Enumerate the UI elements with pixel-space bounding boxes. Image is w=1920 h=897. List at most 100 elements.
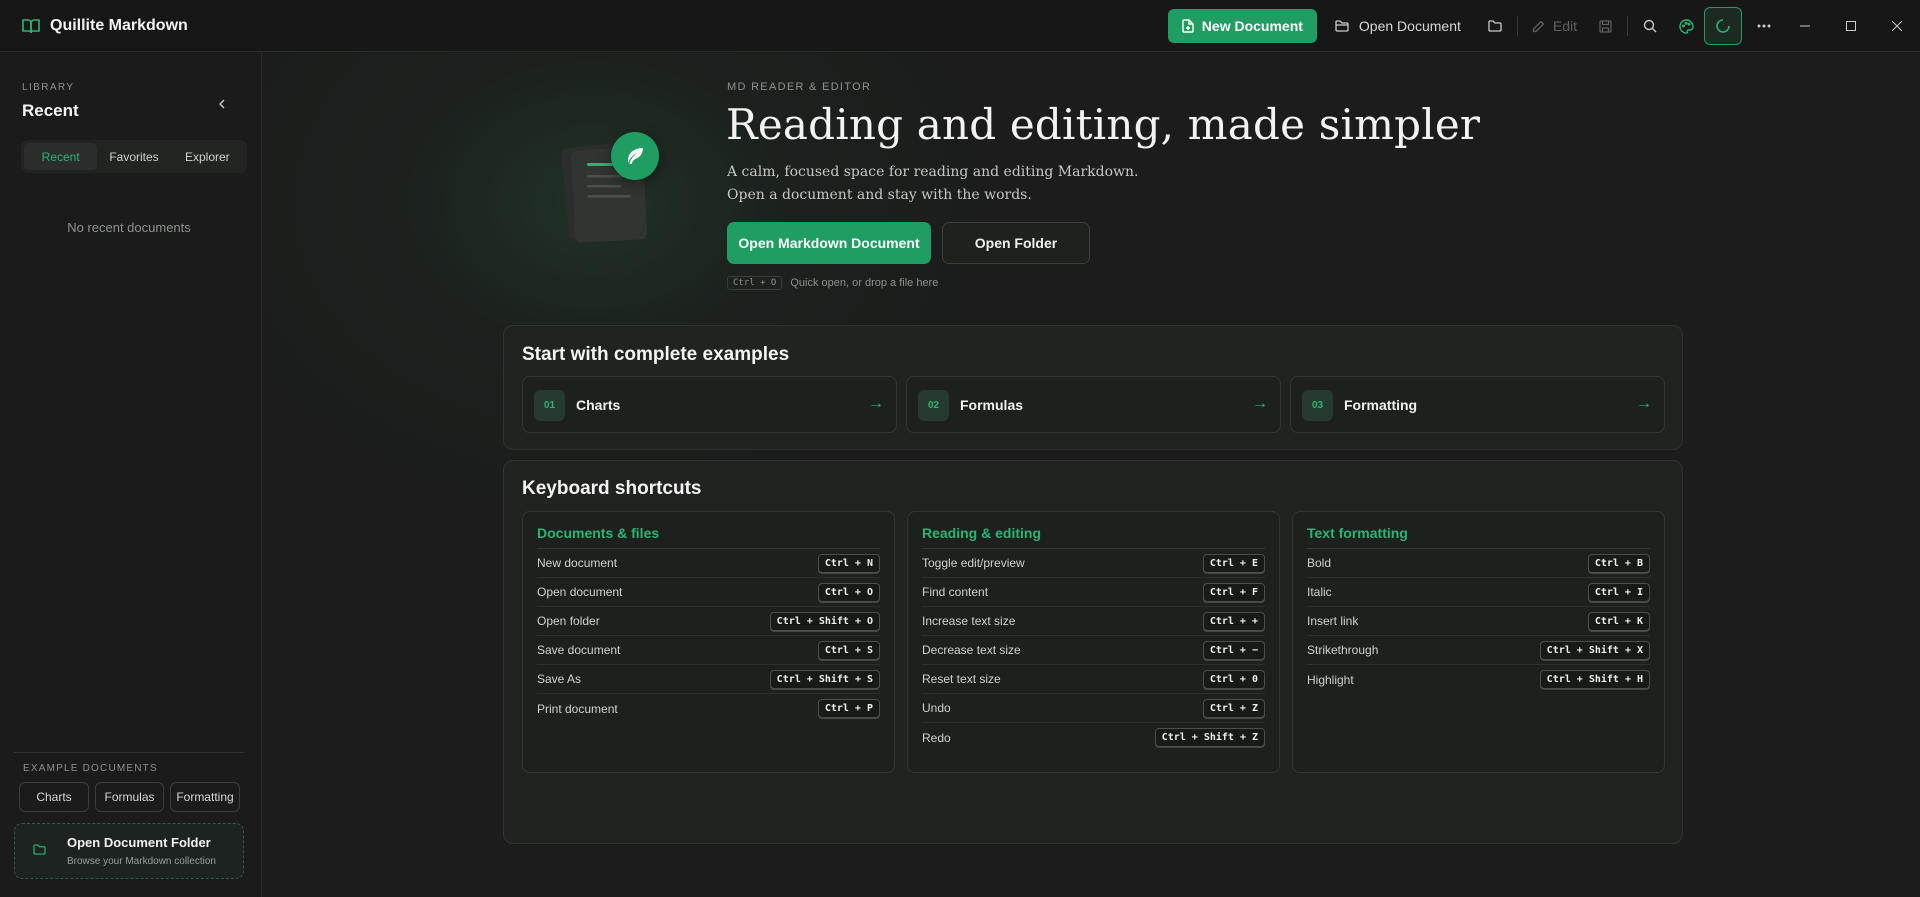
- shortcut-row: Strikethrough Ctrl + Shift + X: [1307, 636, 1650, 665]
- search-button[interactable]: [1632, 8, 1668, 44]
- shortcut-keys: Ctrl + K: [1587, 611, 1650, 631]
- brand: Quillite Markdown: [0, 17, 188, 35]
- shortcut-label: Italic: [1307, 585, 1332, 599]
- shortcut-row: Insert link Ctrl + K: [1307, 607, 1650, 636]
- shortcut-row: Open folder Ctrl + Shift + O: [537, 607, 880, 636]
- title-bar: Quillite Markdown New Document Open Docu…: [0, 0, 1920, 52]
- shortcut-label: Highlight: [1307, 672, 1354, 687]
- shortcut-group-reading: Reading & editing Toggle edit/preview Ctr…: [907, 511, 1280, 773]
- arrow-right-icon: →: [1252, 395, 1268, 412]
- shortcut-row: Print document Ctrl + P: [537, 694, 880, 723]
- app-title: Quillite Markdown: [50, 16, 188, 34]
- new-document-button[interactable]: New Document: [1167, 9, 1317, 43]
- shortcut-keys: Ctrl + Shift + X: [1539, 640, 1650, 660]
- tab-favorites[interactable]: Favorites: [97, 143, 170, 170]
- hero-subtitle: A calm, focused space for reading and ed…: [727, 161, 1139, 207]
- open-document-label: Open Document: [1358, 18, 1461, 34]
- shortcut-label: Strikethrough: [1307, 643, 1379, 657]
- collapse-sidebar-button[interactable]: [212, 94, 232, 114]
- sidebar: LIBRARY Recent Recent Favorites Explorer…: [0, 52, 262, 897]
- example-formulas-button[interactable]: Formulas: [95, 782, 164, 812]
- edit-button[interactable]: Edit: [1522, 18, 1587, 34]
- toolbar-divider: [1516, 16, 1518, 36]
- minimize-button[interactable]: [1782, 8, 1828, 44]
- example-formatting-button[interactable]: Formatting: [170, 782, 240, 812]
- tab-recent[interactable]: Recent: [24, 143, 98, 170]
- arrow-right-icon: →: [1636, 395, 1652, 412]
- shortcut-group-title: Reading & editing: [922, 525, 1041, 541]
- shortcut-row: Save document Ctrl + S: [537, 636, 880, 665]
- more-icon: [1757, 24, 1771, 28]
- open-folder-button[interactable]: Open Folder: [942, 222, 1090, 264]
- shortcut-group-title: Text formatting: [1307, 525, 1408, 541]
- new-document-label: New Document: [1201, 18, 1303, 34]
- shortcut-row: Reset text size Ctrl + 0: [922, 665, 1265, 694]
- examples-panel: Start with complete examples 01 Charts →…: [503, 325, 1683, 450]
- shortcut-keys: Ctrl + B: [1587, 553, 1650, 573]
- open-folder-button[interactable]: [1477, 8, 1513, 44]
- palette-icon: [1678, 18, 1694, 34]
- open-document-button[interactable]: Open Document: [1325, 9, 1471, 43]
- folder-icon: [1335, 20, 1349, 32]
- sync-status-button[interactable]: [1704, 7, 1742, 45]
- shortcut-label: Bold: [1307, 556, 1332, 570]
- shortcut-label: Redo: [922, 730, 951, 745]
- theme-button[interactable]: [1668, 8, 1704, 44]
- shortcut-label: Decrease text size: [922, 643, 1021, 657]
- book-open-icon: [22, 18, 40, 34]
- shortcut-label: Save document: [537, 643, 621, 657]
- shortcut-row: New document Ctrl + N: [537, 549, 880, 578]
- close-button[interactable]: [1874, 8, 1920, 44]
- close-icon: [1892, 21, 1902, 31]
- shortcut-keys: Ctrl + I: [1587, 582, 1650, 602]
- example-number: 03: [1302, 390, 1333, 421]
- example-documents-list: Charts Formulas Formatting: [19, 782, 240, 812]
- minimize-icon: [1800, 25, 1810, 27]
- main-content: MD READER & EDITOR Reading and editing, …: [263, 52, 1920, 897]
- example-card-formatting[interactable]: 03 Formatting →: [1290, 376, 1665, 433]
- example-card-formulas[interactable]: 02 Formulas →: [906, 376, 1281, 433]
- toolbar-divider: [1627, 16, 1628, 36]
- more-button[interactable]: [1746, 8, 1782, 44]
- shortcut-label: Print document: [537, 701, 618, 716]
- open-markdown-document-button[interactable]: Open Markdown Document: [727, 222, 931, 264]
- folder-card-subtitle: Browse your Markdown collection: [67, 856, 216, 867]
- shortcut-group-documents: Documents & files New document Ctrl + N O…: [522, 511, 895, 773]
- shortcut-row: Highlight Ctrl + Shift + H: [1307, 665, 1650, 694]
- empty-state: No recent documents: [67, 220, 191, 235]
- toolbar: New Document Open Document Edit: [1167, 0, 1920, 52]
- example-name: Formatting: [1344, 397, 1418, 413]
- shortcut-keys: Ctrl + O: [817, 582, 880, 602]
- shortcut-keys: Ctrl + Shift + Z: [1154, 728, 1265, 747]
- shortcut-keys: Ctrl + S: [817, 640, 880, 660]
- examples-title: Start with complete examples: [522, 344, 790, 365]
- open-document-folder-card[interactable]: Open Document Folder Browse your Markdow…: [14, 823, 244, 879]
- example-name: Formulas: [960, 397, 1024, 413]
- maximize-button[interactable]: [1828, 8, 1874, 44]
- shortcut-keys: Ctrl + Shift + H: [1539, 670, 1650, 689]
- shortcuts-title: Keyboard shortcuts: [522, 478, 702, 499]
- shortcut-keys: Ctrl + P: [817, 699, 880, 718]
- folder-icon: [33, 844, 46, 855]
- example-number: 01: [534, 390, 565, 421]
- save-icon: [1598, 19, 1612, 33]
- shortcuts-panel: Keyboard shortcuts Documents & files New…: [503, 460, 1683, 844]
- shortcut-keys: Ctrl + Shift + S: [769, 669, 880, 689]
- hero-illustration: [553, 127, 673, 257]
- example-charts-button[interactable]: Charts: [19, 782, 89, 812]
- shortcut-keys: Ctrl + −: [1202, 640, 1265, 660]
- sidebar-title: Recent: [22, 101, 79, 120]
- leaf-icon: [611, 132, 659, 180]
- save-button[interactable]: [1587, 8, 1623, 44]
- shortcut-group-formatting: Text formatting Bold Ctrl + B Italic Ctrl …: [1292, 511, 1665, 773]
- folder-card-title: Open Document Folder: [67, 835, 211, 850]
- tab-explorer[interactable]: Explorer: [171, 143, 244, 170]
- folder-icon: [1488, 20, 1502, 32]
- shortcut-row: Increase text size Ctrl + +: [922, 607, 1265, 636]
- spinner-icon: [1715, 18, 1731, 34]
- example-card-charts[interactable]: 01 Charts →: [522, 376, 897, 433]
- shortcut-row: Open document Ctrl + O: [537, 578, 880, 607]
- maximize-icon: [1846, 21, 1856, 31]
- search-icon: [1643, 19, 1657, 33]
- pencil-icon: [1532, 20, 1545, 33]
